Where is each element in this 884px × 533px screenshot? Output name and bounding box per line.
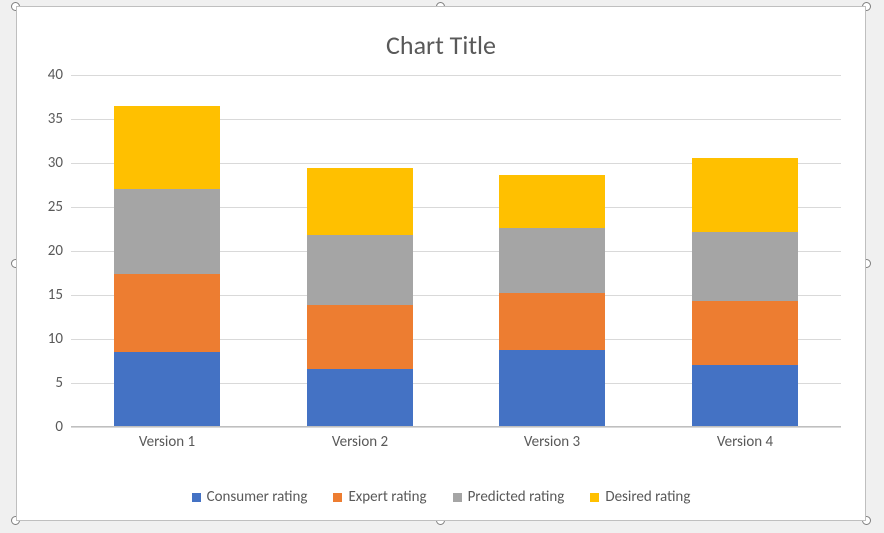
legend-item[interactable]: Desired rating (590, 488, 690, 506)
x-tick-label: Version 1 (114, 433, 220, 451)
bar-segment[interactable] (307, 369, 413, 427)
legend-label: Desired rating (605, 488, 690, 506)
bar-segment[interactable] (499, 175, 605, 228)
legend-label: Predicted rating (468, 488, 565, 506)
x-tick-label: Version 2 (307, 433, 413, 451)
chart-workspace: Chart Title 0 5 10 15 20 25 30 35 40 Version 1 Ve… (0, 0, 884, 533)
legend-swatch-icon (333, 493, 342, 502)
legend-item[interactable]: Expert rating (333, 488, 426, 506)
y-tick-label: 0 (17, 418, 63, 436)
legend-swatch-icon (590, 493, 599, 502)
bar-segment[interactable] (692, 232, 798, 302)
bar-version-4[interactable] (692, 158, 798, 427)
y-tick-label: 35 (17, 110, 63, 128)
plot-area[interactable] (71, 75, 841, 427)
x-tick-label: Version 3 (499, 433, 605, 451)
y-tick-label: 40 (17, 66, 63, 84)
y-tick-label: 25 (17, 198, 63, 216)
bar-segment[interactable] (692, 158, 798, 232)
bar-segment[interactable] (307, 235, 413, 305)
x-axis (71, 426, 841, 427)
legend[interactable]: Consumer rating Expert rating Predicted ra… (17, 488, 865, 506)
bar-segment[interactable] (499, 350, 605, 427)
y-tick-label: 20 (17, 242, 63, 260)
bar-segment[interactable] (114, 274, 220, 352)
legend-label: Consumer rating (207, 488, 308, 506)
bar-version-3[interactable] (499, 175, 605, 427)
bar-segment[interactable] (307, 305, 413, 369)
y-tick-label: 10 (17, 330, 63, 348)
chart-title[interactable]: Chart Title (17, 29, 865, 61)
y-tick-label: 5 (17, 374, 63, 392)
bar-segment[interactable] (114, 189, 220, 274)
legend-item[interactable]: Predicted rating (453, 488, 565, 506)
legend-swatch-icon (192, 493, 201, 502)
gridline (71, 75, 841, 76)
bar-segment[interactable] (499, 293, 605, 349)
y-tick-label: 30 (17, 154, 63, 172)
bar-segment[interactable] (307, 168, 413, 235)
bar-segment[interactable] (692, 365, 798, 427)
chart-object[interactable]: Chart Title 0 5 10 15 20 25 30 35 40 Version 1 Ve… (16, 6, 866, 521)
legend-item[interactable]: Consumer rating (192, 488, 308, 506)
legend-label: Expert rating (348, 488, 426, 506)
legend-swatch-icon (453, 493, 462, 502)
bar-segment[interactable] (114, 352, 220, 427)
bar-segment[interactable] (499, 228, 605, 293)
bar-version-1[interactable] (114, 106, 220, 427)
bar-segment[interactable] (114, 106, 220, 189)
x-tick-label: Version 4 (692, 433, 798, 451)
gridline (71, 427, 841, 428)
bar-version-2[interactable] (307, 168, 413, 427)
y-tick-label: 15 (17, 286, 63, 304)
bar-segment[interactable] (692, 301, 798, 365)
